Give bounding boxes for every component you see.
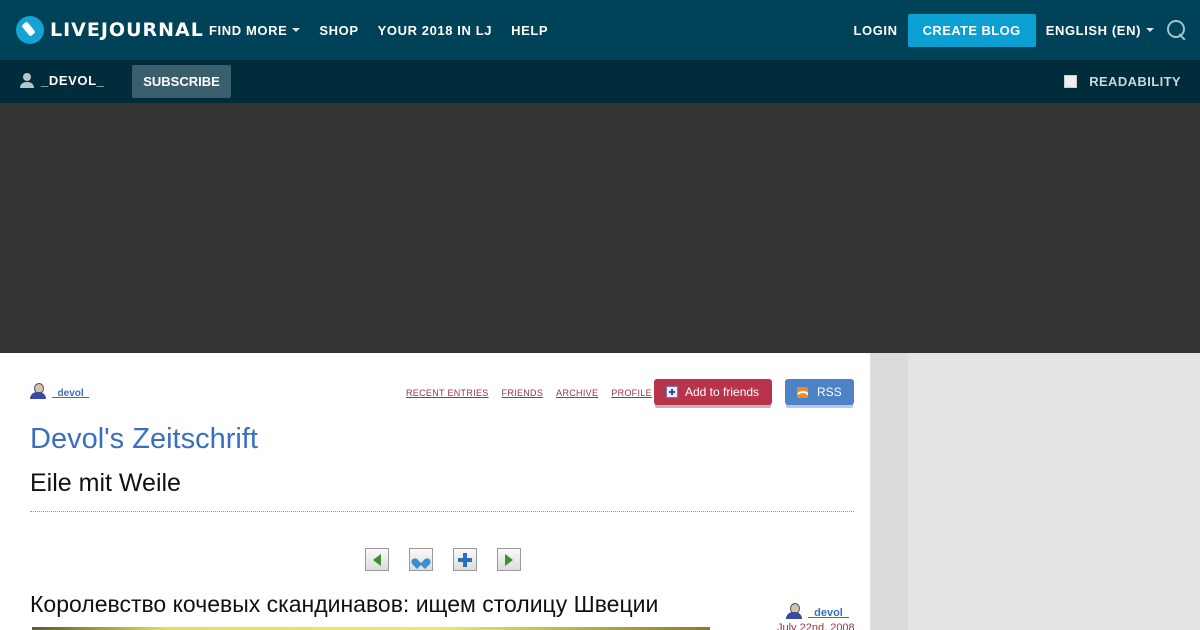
journal-user-name: _devol_ bbox=[52, 388, 90, 399]
chevron-down-icon bbox=[1146, 28, 1154, 32]
subscribe-button[interactable]: SUBSCRIBE bbox=[132, 65, 231, 98]
profile-link[interactable]: PROFILE bbox=[611, 388, 652, 398]
arrow-left-icon bbox=[373, 553, 381, 566]
search-icon[interactable] bbox=[1166, 19, 1188, 41]
main-nav: FIND MORE SHOP YOUR 2018 IN LJ HELP bbox=[209, 0, 548, 60]
nav-shop-label: SHOP bbox=[319, 22, 359, 38]
user-icon bbox=[20, 73, 34, 88]
divider bbox=[30, 511, 854, 512]
rss-icon bbox=[797, 386, 808, 398]
journal-content: _devol_ RECENT ENTRIES FRIENDS ARCHIVE P… bbox=[0, 353, 870, 630]
journal-title[interactable]: Devol's Zeitschrift bbox=[30, 423, 258, 456]
heart-icon bbox=[415, 554, 427, 565]
readability-toggle[interactable]: READABILITY bbox=[1064, 74, 1181, 89]
logo-text: LIVEJOURNAL bbox=[50, 19, 204, 41]
nav-help[interactable]: HELP bbox=[511, 23, 548, 38]
chevron-down-icon bbox=[292, 28, 301, 32]
rss-label: RSS bbox=[817, 385, 842, 399]
readability-label: READABILITY bbox=[1089, 74, 1181, 89]
friends-link[interactable]: FRIENDS bbox=[502, 388, 544, 398]
recent-entries-link[interactable]: RECENT ENTRIES bbox=[406, 388, 489, 398]
nav-find-more[interactable]: FIND MORE bbox=[209, 22, 301, 38]
add-to-friends-label: Add to friends bbox=[685, 385, 760, 399]
language-selector[interactable]: ENGLISH (EN) bbox=[1046, 23, 1154, 38]
entry-controls bbox=[365, 548, 521, 571]
login-link[interactable]: LOGIN bbox=[853, 23, 897, 38]
user-icon bbox=[786, 603, 802, 619]
post-title[interactable]: Королевство кочевых скандинавов: ищем ст… bbox=[30, 591, 658, 618]
language-label: ENGLISH (EN) bbox=[1045, 22, 1141, 38]
post-author-name: _devol_ bbox=[808, 607, 849, 619]
nav-your-2018[interactable]: YOUR 2018 IN LJ bbox=[378, 23, 493, 38]
add-friend-icon bbox=[666, 386, 678, 398]
journal-owner-name: _DEVOL_ bbox=[41, 73, 105, 88]
next-entry-button[interactable] bbox=[497, 548, 521, 571]
rss-button[interactable]: RSS bbox=[785, 379, 854, 405]
top-navigation-bar: LIVEJOURNAL FIND MORE SHOP YOUR 2018 IN … bbox=[0, 0, 1200, 60]
nav-find-more-label: FIND MORE bbox=[209, 22, 288, 38]
nav-help-label: HELP bbox=[511, 22, 549, 38]
journal-user-link[interactable]: _devol_ bbox=[30, 383, 89, 399]
archive-link[interactable]: ARCHIVE bbox=[556, 388, 598, 398]
add-to-friends-button[interactable]: Add to friends bbox=[654, 379, 772, 405]
create-blog-button[interactable]: CREATE BLOG bbox=[907, 13, 1036, 47]
livejournal-logo[interactable]: LIVEJOURNAL bbox=[16, 16, 204, 44]
tag-entry-button[interactable] bbox=[453, 548, 477, 571]
journal-nav-links: RECENT ENTRIES FRIENDS ARCHIVE PROFILE bbox=[406, 388, 652, 398]
journal-owner-link[interactable]: _DEVOL_ bbox=[20, 73, 104, 88]
journal-bar: _DEVOL_ SUBSCRIBE READABILITY bbox=[0, 60, 1200, 103]
readability-checkbox[interactable] bbox=[1064, 75, 1078, 88]
ad-banner-area bbox=[0, 103, 1200, 353]
plus-icon bbox=[458, 552, 472, 567]
sidebar-area bbox=[870, 353, 1200, 630]
account-nav: LOGIN CREATE BLOG ENGLISH (EN) bbox=[853, 0, 1200, 60]
post-author-link[interactable]: _devol_ bbox=[786, 603, 849, 619]
livejournal-logo-icon bbox=[16, 16, 44, 44]
user-icon bbox=[30, 383, 46, 399]
nav-your-2018-label: YOUR 2018 IN LJ bbox=[377, 22, 493, 38]
journal-subtitle: Eile mit Weile bbox=[30, 469, 181, 497]
post-date: July 22nd, 2008 bbox=[777, 622, 855, 630]
nav-shop[interactable]: SHOP bbox=[319, 23, 358, 38]
add-to-memories-button[interactable] bbox=[409, 548, 433, 571]
arrow-right-icon bbox=[505, 553, 513, 566]
previous-entry-button[interactable] bbox=[365, 548, 389, 571]
